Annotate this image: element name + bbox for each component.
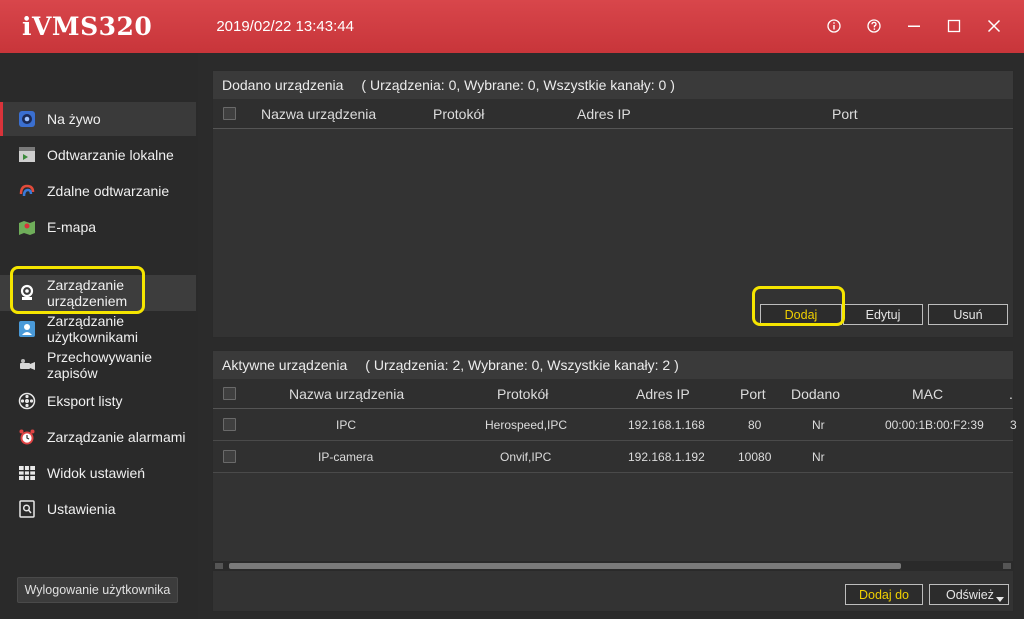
sidebar-item-label: Na żywo: [47, 111, 101, 127]
local-playback-icon: [18, 146, 36, 164]
sidebar-item-label: Odtwarzanie lokalne: [47, 147, 174, 163]
list-export-icon: [18, 392, 36, 410]
column-port[interactable]: Port: [740, 379, 766, 408]
layout-settings-icon: [18, 464, 36, 482]
emap-icon: [18, 218, 36, 236]
cell-device-name: IP-camera: [318, 449, 374, 464]
column-more[interactable]: .: [1009, 379, 1013, 408]
sidebar-item-recording-storage[interactable]: Przechowywanie zapisów: [0, 347, 196, 383]
edit-button[interactable]: Edytuj: [843, 304, 923, 325]
close-icon[interactable]: [974, 12, 1014, 40]
refresh-button-label: Odśwież: [946, 587, 994, 602]
datetime-display: 2019/02/22 13:43:44: [216, 18, 354, 35]
active-devices-title: Aktywne urządzenia: [222, 357, 348, 373]
device-management-icon: [18, 284, 36, 302]
settings-icon: [18, 500, 36, 518]
column-mac[interactable]: MAC: [912, 379, 943, 408]
recording-storage-icon: [18, 356, 36, 374]
sidebar-item-live-view[interactable]: Na żywo: [0, 102, 196, 136]
sidebar-item-label: E-mapa: [47, 219, 97, 235]
title-bar: iVMS320 2019/02/22 13:43:44: [0, 0, 1024, 53]
cell-added: Nr: [812, 449, 825, 464]
chevron-down-icon[interactable]: [996, 592, 1004, 606]
cell-port: 10080: [738, 449, 772, 464]
active-devices-table-header: Nazwa urządzenia Protokół Adres IP Port …: [213, 379, 1013, 409]
add-to-button[interactable]: Dodaj do: [845, 584, 923, 605]
added-devices-title: Dodano urządzenia: [222, 77, 344, 93]
column-device-name[interactable]: Nazwa urządzenia: [261, 99, 376, 128]
cell-added: Nr: [812, 417, 825, 432]
cell-ip-address: 192.168.1.168: [628, 417, 705, 432]
horizontal-scrollbar[interactable]: [213, 561, 1013, 571]
added-devices-panel: Dodano urządzenia ( Urządzenia: 0, Wybra…: [212, 70, 1014, 338]
column-protocol[interactable]: Protokół: [497, 379, 548, 408]
scroll-left-arrow[interactable]: [215, 563, 223, 569]
maximize-icon[interactable]: [934, 12, 974, 40]
sidebar-item-device-management[interactable]: Zarządzanie urządzeniem: [0, 275, 196, 311]
table-row[interactable]: IP-camera Onvif,IPC 192.168.1.192 10080 …: [213, 441, 1013, 473]
cell-mac: 00:00:1B:00:F2:39: [885, 417, 984, 432]
sidebar-item-local-playback[interactable]: Odtwarzanie lokalne: [0, 137, 196, 173]
delete-button[interactable]: Usuń: [928, 304, 1008, 325]
added-devices-header: Dodano urządzenia ( Urządzenia: 0, Wybra…: [213, 71, 1013, 99]
row-checkbox[interactable]: [223, 441, 236, 472]
remote-playback-icon: [18, 182, 36, 200]
sidebar-item-settings[interactable]: Ustawienia: [0, 491, 196, 527]
sidebar-item-user-management[interactable]: Zarządzanie użytkownikami: [0, 311, 196, 347]
column-port[interactable]: Port: [832, 99, 858, 128]
select-all-checkbox[interactable]: [223, 99, 236, 128]
refresh-button[interactable]: Odśwież: [929, 584, 1009, 605]
column-device-name[interactable]: Nazwa urządzenia: [289, 379, 404, 408]
active-devices-header: Aktywne urządzenia ( Urządzenia: 2, Wybr…: [213, 351, 1013, 379]
live-view-icon: [18, 110, 36, 128]
scrollbar-thumb[interactable]: [229, 563, 901, 569]
active-devices-counts: ( Urządzenia: 2, Wybrane: 0, Wszystkie k…: [365, 357, 679, 373]
logout-button[interactable]: Wylogowanie użytkownika: [17, 577, 178, 603]
cell-port: 80: [748, 417, 762, 432]
sidebar-item-emap[interactable]: E-mapa: [0, 209, 196, 245]
window-controls: [814, 12, 1014, 40]
minimize-icon[interactable]: [894, 12, 934, 40]
sidebar-item-label: Zdalne odtwarzanie: [47, 183, 170, 199]
added-devices-table-header: Nazwa urządzenia Protokół Adres IP Port: [213, 99, 1013, 129]
sidebar-item-label: Zarządzanie urządzeniem: [47, 277, 128, 309]
table-row[interactable]: IPC Herospeed,IPC 192.168.1.168 80 Nr 00…: [213, 409, 1017, 441]
alarm-clock-icon: [18, 428, 36, 446]
sidebar-item-list-export[interactable]: Eksport listy: [0, 383, 196, 419]
cell-ip-address: 192.168.1.192: [628, 449, 705, 464]
sidebar-item-label: Przechowywanie zapisów: [47, 349, 153, 381]
sidebar-item-label: Zarządzanie alarmami: [47, 429, 186, 445]
help-icon[interactable]: [854, 12, 894, 40]
sidebar-item-label: Eksport listy: [47, 393, 123, 409]
added-devices-counts: ( Urządzenia: 0, Wybrane: 0, Wszystkie k…: [361, 77, 675, 93]
add-button[interactable]: Dodaj: [760, 304, 842, 325]
sidebar: Na żywo Odtwarzanie lokalne Zdalne odtwa…: [0, 53, 198, 619]
sidebar-item-label: Ustawienia: [47, 501, 116, 517]
sidebar-item-label: Zarządzanie użytkownikami: [47, 313, 139, 345]
scroll-right-arrow[interactable]: [1003, 563, 1011, 569]
select-all-checkbox[interactable]: [223, 379, 236, 408]
cell-more: 3: [1010, 417, 1017, 432]
cell-device-name: IPC: [336, 417, 357, 432]
active-devices-panel: Aktywne urządzenia ( Urządzenia: 2, Wybr…: [212, 350, 1017, 612]
sidebar-item-layout-settings[interactable]: Widok ustawień: [0, 455, 196, 491]
user-management-icon: [18, 320, 36, 338]
info-icon[interactable]: [814, 12, 854, 40]
column-ip-address[interactable]: Adres IP: [636, 379, 690, 408]
column-added[interactable]: Dodano: [791, 379, 840, 408]
cell-protocol: Herospeed,IPC: [485, 417, 568, 432]
sidebar-item-alarm-management[interactable]: Zarządzanie alarmami: [0, 419, 196, 455]
row-checkbox[interactable]: [223, 409, 236, 440]
column-ip-address[interactable]: Adres IP: [577, 99, 631, 128]
sidebar-item-remote-playback[interactable]: Zdalne odtwarzanie: [0, 173, 196, 209]
cell-protocol: Onvif,IPC: [500, 449, 552, 464]
column-protocol[interactable]: Protokół: [433, 99, 484, 128]
app-title: iVMS320: [22, 12, 153, 41]
sidebar-item-label: Widok ustawień: [47, 465, 146, 481]
